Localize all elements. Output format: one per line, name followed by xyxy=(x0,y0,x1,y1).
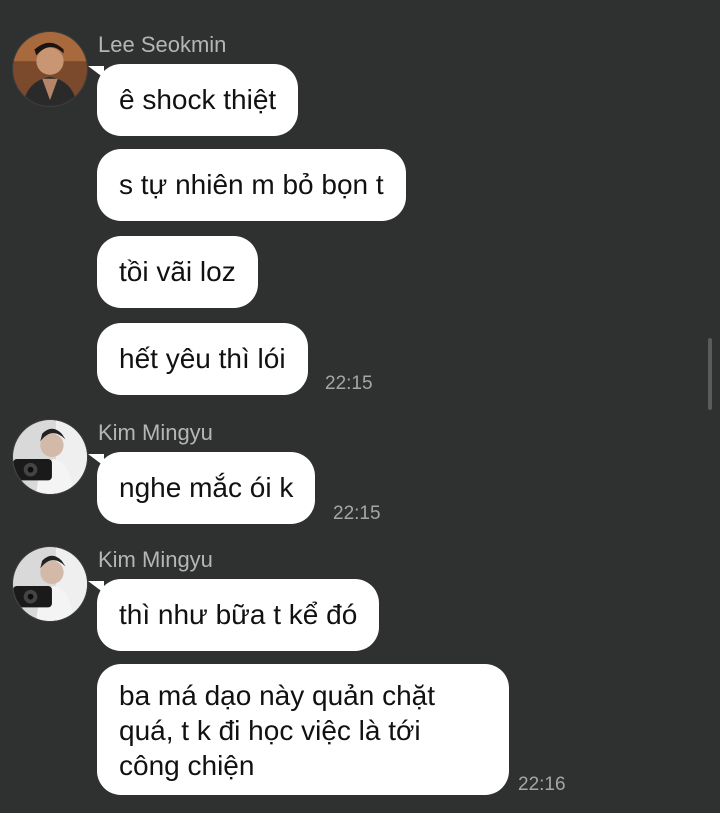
avatar[interactable] xyxy=(12,546,88,622)
message-timestamp: 22:16 xyxy=(518,774,566,795)
message-bubble[interactable]: tồi vãi loz xyxy=(97,236,258,308)
message-timestamp: 22:15 xyxy=(333,503,381,524)
avatar[interactable] xyxy=(12,31,88,107)
sender-name: Kim Mingyu xyxy=(98,547,213,572)
scrollbar[interactable] xyxy=(708,338,712,410)
message-bubble[interactable]: s tự nhiên m bỏ bọn t xyxy=(97,149,406,221)
sender-name: Lee Seokmin xyxy=(98,32,227,57)
message-bubble[interactable]: hết yêu thì lói xyxy=(97,323,308,395)
message-bubble[interactable]: thì như bữa t kể đó xyxy=(87,579,380,651)
message-bubble[interactable]: ê shock thiệt xyxy=(87,64,299,136)
avatar[interactable] xyxy=(12,419,88,495)
kim-mingyu-avatar xyxy=(13,547,87,621)
message-bubble[interactable]: nghe mắc ói k xyxy=(87,452,316,524)
message-timestamp: 22:15 xyxy=(325,373,373,394)
chat-thread: Lee Seokmin ê shock thiệt s tự nhiên m b… xyxy=(0,0,720,813)
kim-mingyu-avatar xyxy=(13,420,87,494)
message-bubble[interactable]: ba má dạo này quản chặt quá, t k đi học … xyxy=(97,664,509,795)
sender-name: Kim Mingyu xyxy=(98,420,213,445)
lee-seokmin-avatar xyxy=(13,32,87,106)
